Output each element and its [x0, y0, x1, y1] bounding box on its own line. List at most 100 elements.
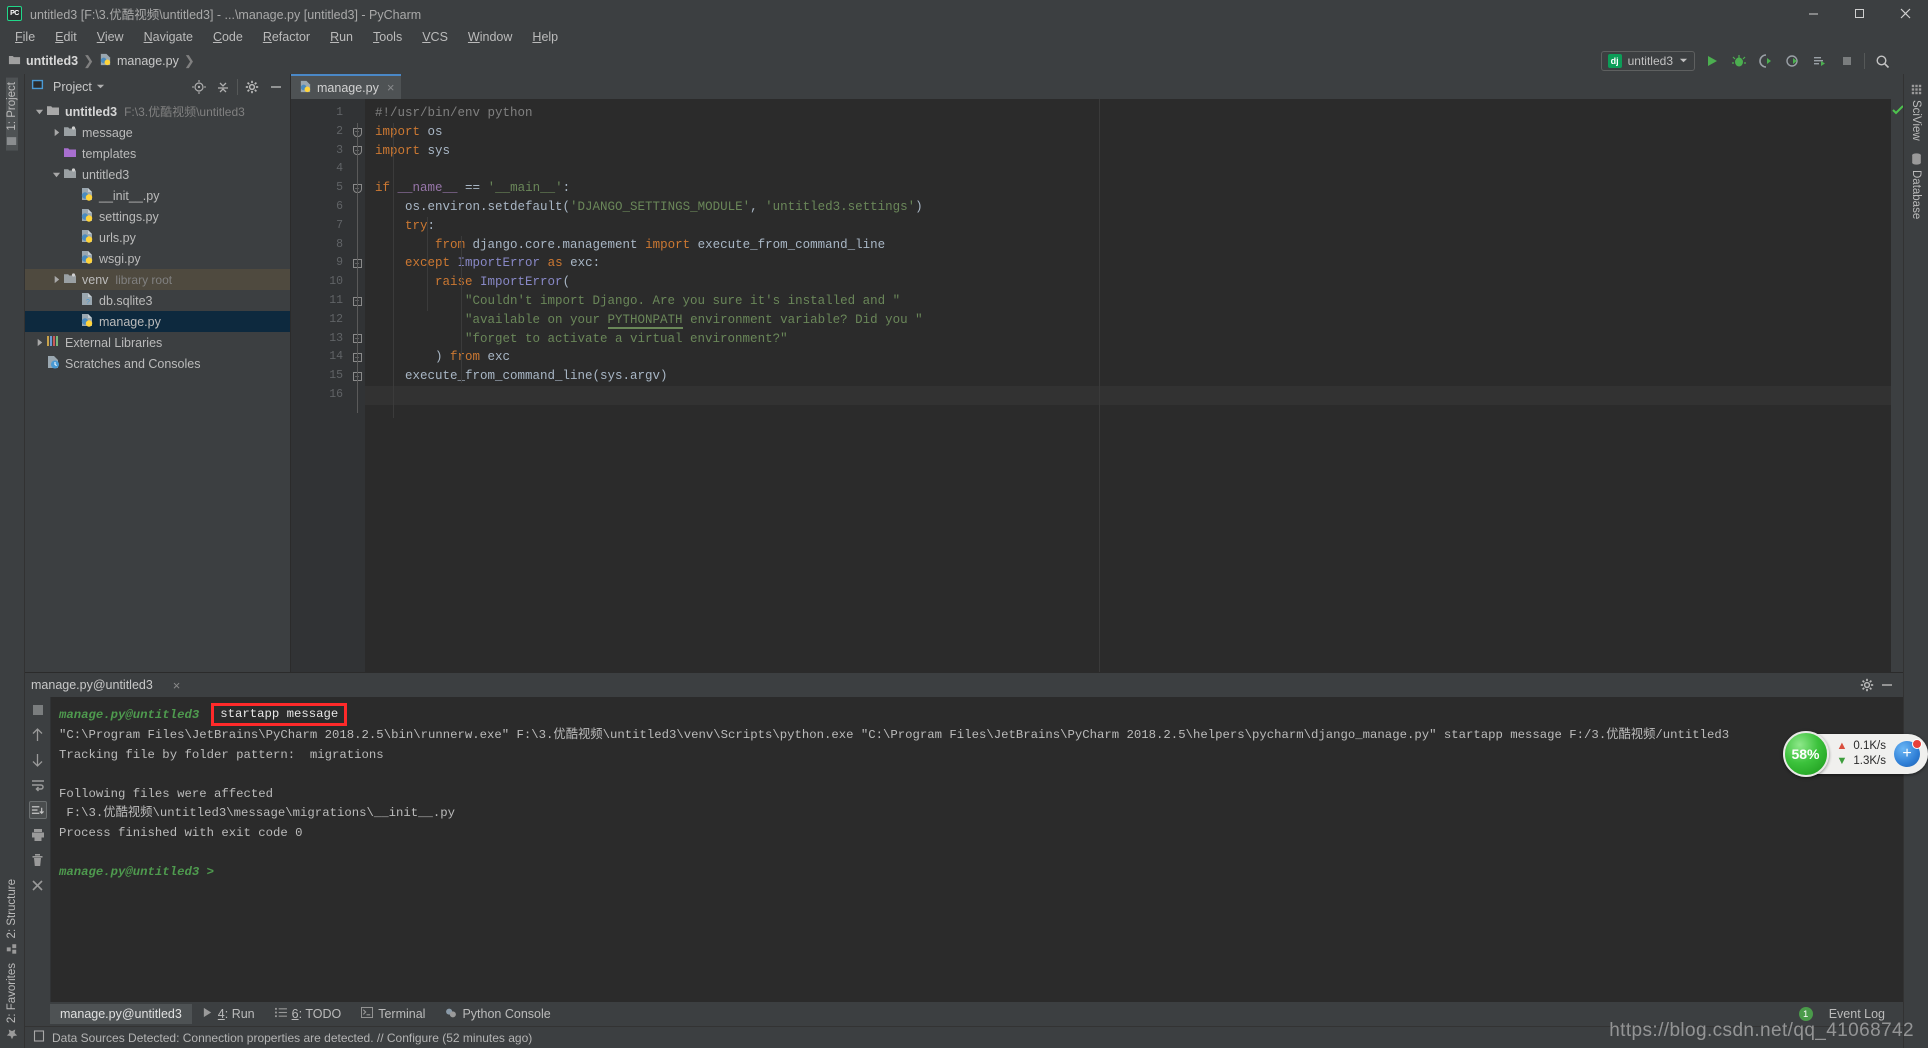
tool-tab-favorites[interactable]: 2: Favorites	[6, 959, 18, 1044]
tree-twisty-open[interactable]	[33, 105, 46, 118]
menu-item-help[interactable]: Help	[522, 28, 568, 46]
menu-item-window[interactable]: Window	[458, 28, 522, 46]
menu-item-tools[interactable]: Tools	[363, 28, 412, 46]
console-output[interactable]: manage.py@untitled3 startapp message "C:\P…	[51, 697, 1903, 1002]
menu-item-navigate[interactable]: Navigate	[134, 28, 203, 46]
close-button[interactable]	[1882, 0, 1928, 26]
code-line-15[interactable]: execute_from_command_line(sys.argv)	[365, 367, 1891, 386]
menu-item-edit[interactable]: Edit	[45, 28, 87, 46]
code-line-10[interactable]: raise ImportError(	[365, 273, 1891, 292]
maximize-button[interactable]	[1836, 0, 1882, 26]
line-number: 8	[336, 237, 343, 251]
debug-button[interactable]	[1729, 51, 1749, 71]
code-line-1[interactable]: #!/usr/bin/env python	[365, 104, 1891, 123]
locate-icon[interactable]	[189, 77, 209, 97]
tree-item-external-libraries[interactable]: External Libraries	[25, 332, 290, 353]
run-button[interactable]	[1702, 51, 1722, 71]
menu-item-view[interactable]: View	[87, 28, 134, 46]
tree-item-manage-py[interactable]: manage.py	[25, 311, 290, 332]
code-line-5[interactable]: if __name__ == '__main__':	[365, 179, 1891, 198]
close-icon[interactable]	[29, 876, 47, 894]
tree-twisty-closed[interactable]	[50, 273, 63, 286]
close-icon[interactable]: ×	[387, 80, 395, 95]
hide-panel-icon[interactable]	[1877, 675, 1897, 695]
hide-panel-icon[interactable]	[266, 77, 286, 97]
tool-tab-sciview[interactable]: SciView	[1910, 80, 1922, 145]
code-line-7[interactable]: try:	[365, 217, 1891, 236]
stop-icon[interactable]	[29, 701, 47, 719]
editor-tab-manage-py[interactable]: manage.py ×	[291, 74, 402, 99]
tree-item---init---py[interactable]: __init__.py	[25, 185, 290, 206]
menu-item-file[interactable]: File	[5, 28, 45, 46]
code-line-3[interactable]: import sys	[365, 142, 1891, 161]
tree-twisty-closed[interactable]	[33, 336, 46, 349]
tool-tab-project[interactable]: 1: Project	[6, 78, 18, 151]
down-arrow-icon[interactable]	[29, 751, 47, 769]
code-folding-gutter[interactable]: −−−−−−−−	[349, 99, 365, 672]
up-arrow-icon[interactable]	[29, 726, 47, 744]
tree-item-untitled3[interactable]: untitled3	[25, 164, 290, 185]
bottom-tab-4--run[interactable]: 4: Run	[192, 1004, 265, 1024]
project-tree[interactable]: untitled3 F:\3.优酷视频\untitled3 message templ…	[25, 99, 290, 672]
breadcrumb-file[interactable]: manage.py	[99, 53, 179, 69]
run-configuration-selector[interactable]: dj untitled3	[1600, 51, 1695, 71]
code-content[interactable]: #!/usr/bin/env python import os import sys…	[365, 99, 1891, 672]
print-icon[interactable]	[29, 826, 47, 844]
code-line-16[interactable]	[365, 385, 1891, 405]
settings-gear-icon[interactable]	[1857, 675, 1877, 695]
status-bar-message[interactable]: Data Sources Detected: Connection proper…	[52, 1031, 532, 1045]
code-line-4[interactable]	[365, 160, 1891, 179]
code-line-6[interactable]: os.environ.setdefault('DJANGO_SETTINGS_M…	[365, 198, 1891, 217]
tree-item-label: venv	[82, 272, 109, 287]
tree-item-settings-py[interactable]: settings.py	[25, 206, 290, 227]
network-speed-widget[interactable]: 58% ▲ 0.1K/s ▼ 1.3K/s +	[1782, 725, 1928, 783]
inspection-stripe[interactable]	[1891, 99, 1903, 672]
run-with-coverage-button[interactable]	[1756, 51, 1776, 71]
minimize-button[interactable]	[1790, 0, 1836, 26]
run-with-console-button[interactable]	[1810, 51, 1830, 71]
tool-tab-structure[interactable]: 2: Structure	[6, 875, 18, 958]
console-tab-label[interactable]: manage.py@untitled3	[31, 678, 153, 692]
tree-item-templates[interactable]: templates	[25, 143, 290, 164]
tree-item-wsgi-py[interactable]: wsgi.py	[25, 248, 290, 269]
profile-button[interactable]	[1783, 51, 1803, 71]
search-everywhere-icon[interactable]	[1872, 51, 1892, 71]
code-line-9[interactable]: except ImportError as exc:	[365, 254, 1891, 273]
tree-item-urls-py[interactable]: urls.py	[25, 227, 290, 248]
code-line-13[interactable]: "forget to activate a virtual environmen…	[365, 330, 1891, 349]
editor-area[interactable]: 12345678910111213141516 −−−−−−−− #!/usr/…	[291, 99, 1903, 672]
bottom-tab-6--todo[interactable]: 6: TODO	[265, 1004, 352, 1024]
code-line-2[interactable]: import os	[365, 123, 1891, 142]
breadcrumb-project[interactable]: untitled3	[8, 53, 78, 69]
tree-item-message[interactable]: message	[25, 122, 290, 143]
settings-gear-icon[interactable]	[242, 77, 262, 97]
collapse-all-icon[interactable]	[213, 77, 233, 97]
tree-twisty-closed[interactable]	[50, 126, 63, 139]
tool-tab-database[interactable]: Database	[1910, 149, 1922, 223]
tree-item-db-sqlite3[interactable]: ? db.sqlite3	[25, 290, 290, 311]
bottom-tab-python-console[interactable]: Python Console	[435, 1004, 560, 1025]
console-output-line: "C:\Program Files\JetBrains\PyCharm 2018…	[59, 728, 1730, 742]
code-line-12[interactable]: "available on your PYTHONPATH environmen…	[365, 311, 1891, 330]
menu-item-vcs[interactable]: VCS	[412, 28, 458, 46]
tree-twisty-open[interactable]	[50, 168, 63, 181]
code-line-14[interactable]: ) from exc	[365, 348, 1891, 367]
menu-item-refactor[interactable]: Refactor	[253, 28, 320, 46]
chevron-down-icon[interactable]	[96, 78, 105, 96]
bottom-tab-manage-py-untitled3[interactable]: manage.py@untitled3	[50, 1004, 192, 1024]
trash-icon[interactable]	[29, 851, 47, 869]
plus-icon[interactable]: +	[1894, 739, 1922, 767]
menu-item-run[interactable]: Run	[320, 28, 363, 46]
soft-wrap-icon[interactable]	[29, 776, 47, 794]
console-final-prompt[interactable]: manage.py@untitled3 >	[59, 863, 1895, 883]
stop-button[interactable]	[1837, 51, 1857, 71]
code-line-11[interactable]: "Couldn't import Django. Are you sure it…	[365, 292, 1891, 311]
bottom-tab-terminal[interactable]: Terminal	[351, 1004, 435, 1024]
tree-item-venv[interactable]: venv library root	[25, 269, 290, 290]
close-icon[interactable]: ×	[173, 678, 181, 693]
tree-item-scratches-and-consoles[interactable]: Scratches and Consoles	[25, 353, 290, 374]
code-line-8[interactable]: from django.core.management import execu…	[365, 236, 1891, 255]
menu-item-code[interactable]: Code	[203, 28, 253, 46]
tree-item-untitled3[interactable]: untitled3 F:\3.优酷视频\untitled3	[25, 101, 290, 122]
scroll-to-end-icon[interactable]	[28, 801, 47, 819]
